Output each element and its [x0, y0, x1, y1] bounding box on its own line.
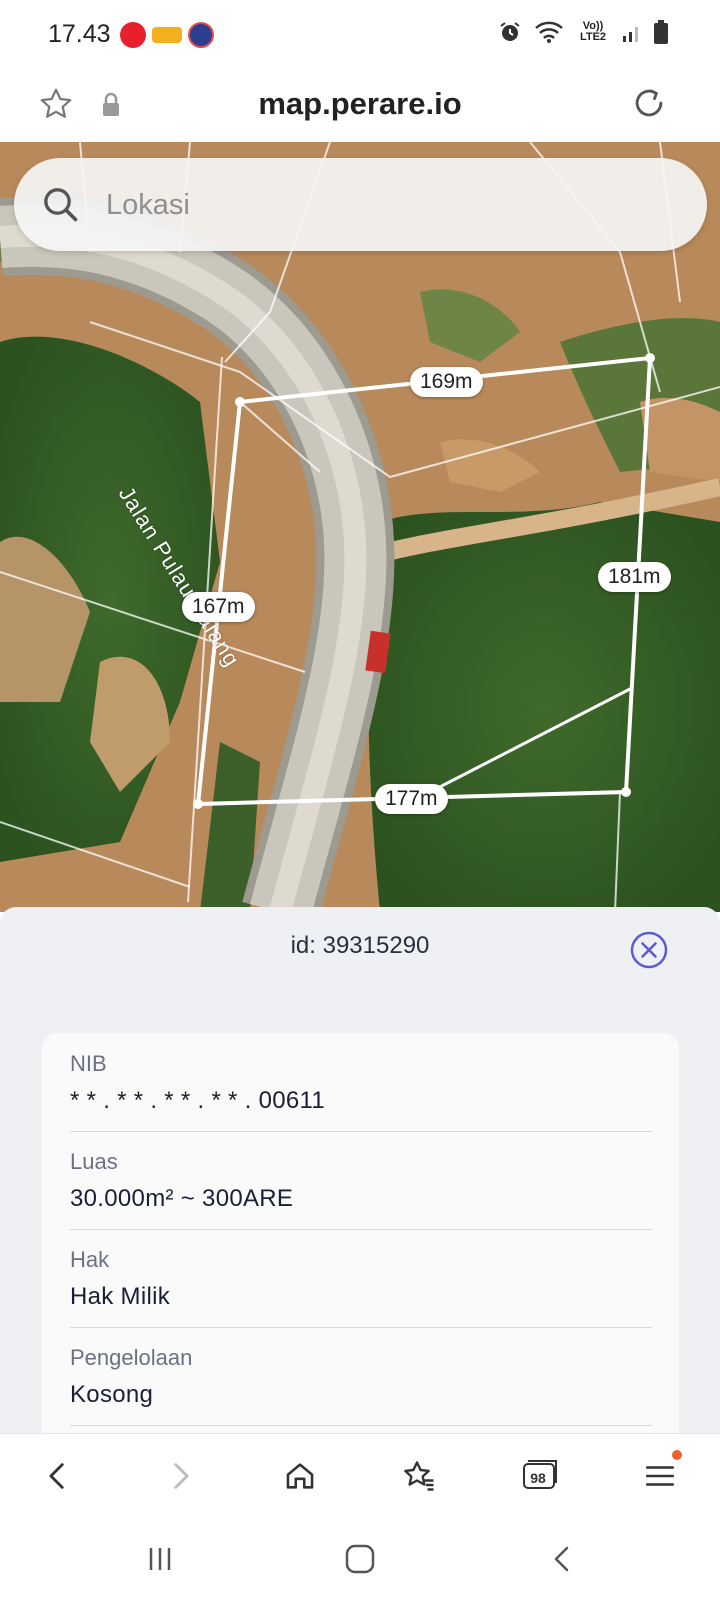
notification-icons — [120, 22, 214, 48]
system-navigation-bar — [0, 1515, 720, 1600]
wifi-icon — [535, 21, 563, 43]
parcel-vertex[interactable] — [621, 787, 631, 797]
detail-value: 30.000m² ~ 300ARE — [70, 1185, 294, 1212]
app-notification-icon — [188, 22, 214, 48]
back-icon — [49, 1463, 64, 1489]
app-notification-icon — [152, 27, 182, 43]
detail-label: Luas — [70, 1149, 118, 1174]
browser-bottom-nav: 98 — [0, 1433, 720, 1516]
detail-value: Hak Milik — [70, 1283, 171, 1310]
search-input[interactable] — [104, 180, 668, 230]
close-icon[interactable] — [630, 931, 668, 969]
dimension-label-west: 167m — [182, 592, 255, 622]
detail-value: * * . * * . * * . * * . 00611 — [70, 1087, 326, 1114]
detail-row-luas: Luas 30.000m² ~ 300ARE — [70, 1131, 652, 1230]
app-notification-icon — [120, 22, 146, 48]
detail-label: NIB — [70, 1051, 107, 1076]
tab-count: 98 — [530, 1470, 546, 1486]
parcel-vertex[interactable] — [645, 353, 655, 363]
map-canvas[interactable] — [0, 142, 720, 912]
status-bar: 17.43 Vo)) LTE2 — [0, 0, 720, 72]
dimension-label-east: 181m — [598, 562, 671, 592]
parcel-info-sheet: id: 39315290 NIB * * . * * . * * . * * .… — [0, 907, 720, 1433]
parcel-vertex[interactable] — [193, 799, 203, 809]
url-text[interactable]: map.perare.io — [0, 86, 720, 122]
recents-icon — [149, 1548, 171, 1570]
dimension-label-south: 177m — [375, 784, 448, 814]
recents-button[interactable] — [138, 1537, 182, 1581]
parcel-id: id: 39315290 — [290, 932, 430, 959]
system-home-button[interactable] — [338, 1537, 382, 1581]
home-button[interactable] — [276, 1452, 324, 1500]
alarm-icon — [500, 22, 520, 41]
satellite-map[interactable]: Jalan Pulau Balang 169m 181m 167m 177m — [0, 142, 720, 912]
home-icon — [286, 1463, 314, 1489]
tabs-button[interactable]: 98 — [516, 1452, 564, 1500]
signal-icon — [623, 27, 638, 42]
status-icons: Vo)) LTE2 — [498, 20, 668, 44]
menu-button[interactable] — [636, 1450, 684, 1500]
menu-icon — [645, 1466, 675, 1486]
network-type: Vo)) LTE2 — [579, 20, 607, 43]
battery-icon — [654, 20, 668, 44]
detail-row-nib: NIB * * . * * . * * . * * . 00611 — [70, 1033, 652, 1132]
dimension-label-north: 169m — [410, 367, 483, 397]
home-circle-icon — [345, 1544, 375, 1574]
bookmarks-icon — [404, 1461, 434, 1491]
detail-row-pengelolaan: Pengelolaan Kosong — [70, 1327, 652, 1426]
system-back-icon — [554, 1546, 569, 1572]
bookmarks-button[interactable] — [396, 1452, 444, 1500]
status-time: 17.43 — [48, 20, 111, 48]
back-button[interactable] — [34, 1452, 82, 1500]
search-icon — [44, 188, 78, 222]
forward-button[interactable] — [156, 1452, 204, 1500]
forward-icon — [174, 1463, 189, 1489]
detail-row-hak: Hak Hak Milik — [70, 1229, 652, 1328]
detail-label: Hak — [70, 1247, 110, 1272]
location-search-bar[interactable] — [14, 158, 707, 251]
menu-notification-dot — [672, 1450, 682, 1460]
detail-label: Pengelolaan — [70, 1345, 193, 1370]
reload-icon[interactable] — [630, 84, 668, 122]
detail-value: Kosong — [70, 1381, 154, 1408]
parcel-vertex[interactable] — [235, 397, 245, 407]
system-back-button[interactable] — [540, 1537, 584, 1581]
browser-toolbar: map.perare.io — [0, 72, 720, 143]
parcel-details-card: NIB * * . * * . * * . * * . 00611 Luas 3… — [42, 1033, 679, 1433]
